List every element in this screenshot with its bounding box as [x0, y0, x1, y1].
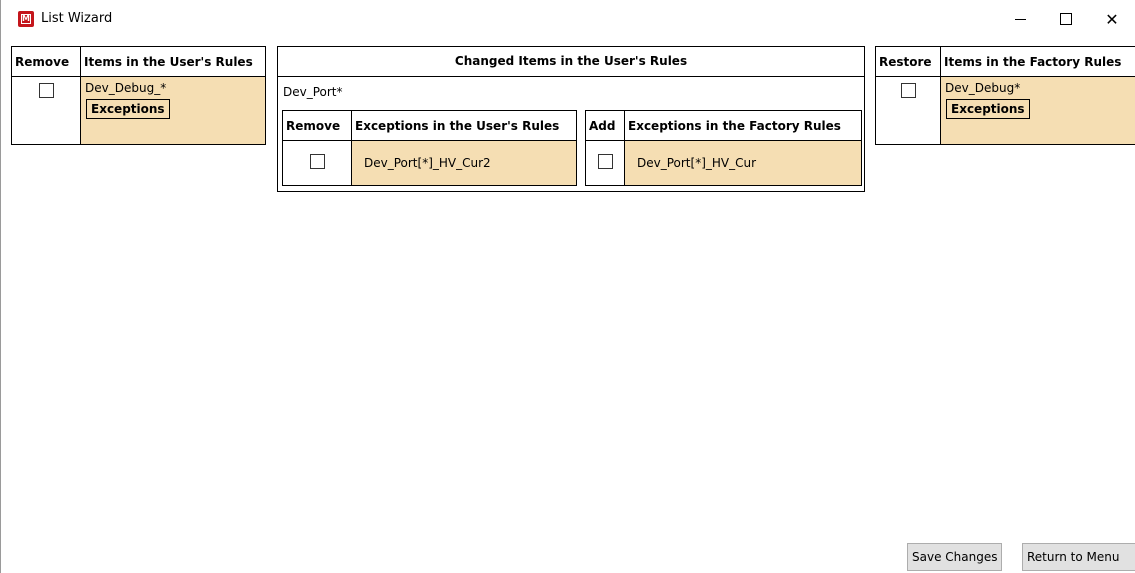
- close-icon: ✕: [1105, 9, 1119, 29]
- factory-rule-item-label: Dev_Debug*: [945, 81, 1021, 95]
- add-exception-column-header: Add: [585, 110, 625, 141]
- table-row: Dev_Debug_* Exceptions: [11, 76, 266, 145]
- exceptions-button[interactable]: Exceptions: [946, 99, 1030, 119]
- user-rule-item-label: Dev_Debug_*: [85, 81, 167, 95]
- changed-items-header: Changed Items in the User's Rules: [278, 47, 864, 77]
- factory-exceptions-table: Add Exceptions in the Factory Rules Dev_…: [585, 110, 862, 186]
- table-row: Dev_Port[*]_HV_Cur2: [282, 140, 577, 186]
- restore-column-header: Restore: [875, 46, 941, 77]
- app-logo-icon: M: [18, 11, 34, 27]
- restore-checkbox-cell: [875, 76, 941, 145]
- add-exception-checkbox-cell: [585, 140, 625, 186]
- remove-column-header: Remove: [11, 46, 81, 77]
- factory-items-column-header: Items in the Factory Rules: [940, 46, 1135, 77]
- window-border: [0, 0, 1, 573]
- add-exception-checkbox[interactable]: [597, 154, 613, 169]
- minimize-icon: [1014, 18, 1026, 20]
- close-button[interactable]: ✕: [1089, 0, 1135, 38]
- user-exceptions-table: Remove Exceptions in the User's Rules De…: [282, 110, 577, 186]
- maximize-button[interactable]: [1043, 0, 1089, 38]
- maximize-icon: [1060, 13, 1072, 25]
- table-row: Dev_Port[*]_HV_Cur: [585, 140, 862, 186]
- remove-exception-column-header: Remove: [282, 110, 352, 141]
- user-items-column-header: Items in the User's Rules: [80, 46, 266, 77]
- exceptions-button[interactable]: Exceptions: [86, 99, 170, 119]
- factory-rules-table: Restore Items in the Factory Rules Dev_D…: [875, 46, 1135, 145]
- window-title: List Wizard: [41, 11, 113, 26]
- restore-checkbox[interactable]: [900, 83, 916, 98]
- factory-rule-item: Dev_Debug* Exceptions: [940, 76, 1135, 145]
- factory-exception-value: Dev_Port[*]_HV_Cur: [624, 140, 862, 186]
- user-rules-table: Remove Items in the User's Rules Dev_Deb…: [11, 46, 266, 145]
- title-bar[interactable]: M List Wizard ✕: [1, 0, 1135, 38]
- return-to-menu-button[interactable]: Return to Menu: [1022, 543, 1135, 571]
- factory-exceptions-column-header: Exceptions in the Factory Rules: [624, 110, 862, 141]
- remove-checkbox[interactable]: [38, 83, 54, 98]
- remove-exception-checkbox-cell: [282, 140, 352, 186]
- minimize-button[interactable]: [997, 0, 1043, 38]
- remove-checkbox-cell: [11, 76, 81, 145]
- user-exception-value: Dev_Port[*]_HV_Cur2: [351, 140, 577, 186]
- remove-exception-checkbox[interactable]: [309, 154, 325, 169]
- user-rule-item: Dev_Debug_* Exceptions: [80, 76, 266, 145]
- user-exceptions-column-header: Exceptions in the User's Rules: [351, 110, 577, 141]
- table-row: Dev_Debug* Exceptions: [875, 76, 1135, 145]
- changed-item-label: Dev_Port*: [283, 85, 343, 99]
- save-changes-button[interactable]: Save Changes: [907, 543, 1003, 571]
